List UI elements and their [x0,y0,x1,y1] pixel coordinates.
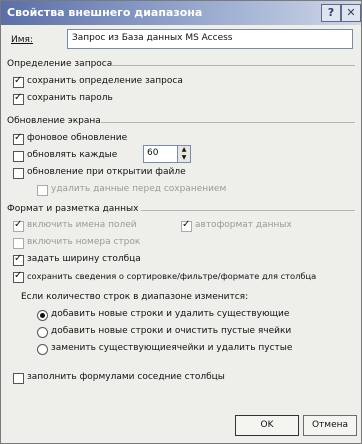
refresh-interval-spinner[interactable]: ▲ ▼ [177,145,191,163]
save-definition-label: сохранить определение запроса [27,76,183,86]
refresh-interval-input[interactable]: 60 [143,145,179,163]
refresh-interval-value: 60 [147,148,159,158]
preserve-formatting-checkbox[interactable] [13,270,24,283]
refresh-on-open-checkbox[interactable] [13,168,24,179]
row-numbers-label: включить номера строк [27,237,141,247]
fill-formulas-label: заполнить формулами соседние столбцы [27,372,225,382]
insert-rows-label: добавить новые строки и удалить существу… [51,309,290,319]
preserve-formatting-label: сохранить сведения о сортировке/фильтре/… [27,271,317,281]
remove-data-checkbox[interactable] [37,185,48,196]
section-format: Формат и разметка данных [7,204,139,214]
name-field-value: Запрос из База данных MS Access [72,33,233,43]
insert-clear-label: добавить новые строки и очистить пустые … [51,326,292,336]
field-names-label: включить имена полей [27,220,137,230]
title-bar: Свойства внешнего диапазона ? ✕ [1,1,361,25]
section-refresh: Обновление экрана [7,116,101,126]
name-label: Имя: [11,35,33,45]
help-button[interactable]: ? [321,4,341,22]
section-query-definition: Определение запроса [7,59,113,69]
divider [141,210,355,211]
remove-data-label: удалить данные перед сохранением [51,184,227,194]
background-refresh-checkbox[interactable] [13,132,24,145]
column-width-checkbox[interactable] [13,253,24,266]
cancel-button[interactable]: Отмена [303,415,357,436]
save-password-label: сохранить пароль [27,93,113,103]
external-range-properties-dialog: Свойства внешнего диапазона ? ✕ Имя: Зап… [0,0,362,444]
overwrite-label: заменить существующиеячейки и удалить пу… [51,343,293,353]
field-names-checkbox[interactable] [13,219,24,232]
insert-rows-radio[interactable] [37,310,48,321]
autoformat-checkbox[interactable] [181,219,192,232]
refresh-every-checkbox[interactable] [13,151,24,162]
column-width-label: задать ширину столбца [27,254,141,264]
dialog-title: Свойства внешнего диапазона [7,6,203,19]
rows-change-label: Если количество строк в диапазоне измени… [21,292,249,302]
close-button[interactable]: ✕ [341,4,361,22]
fill-formulas-checkbox[interactable] [13,373,24,384]
autoformat-label: автоформат данных [195,220,292,230]
save-password-checkbox[interactable] [13,92,24,105]
insert-clear-radio[interactable] [37,327,48,338]
refresh-on-open-label: обновление при открытии файле [27,167,186,177]
overwrite-radio[interactable] [37,344,48,355]
save-definition-checkbox[interactable] [13,75,24,88]
background-refresh-label: фоновое обновление [27,133,128,143]
divider [101,122,355,123]
ok-button[interactable]: OK [235,415,299,436]
refresh-every-label: обновлять каждые [27,150,118,160]
divider [111,65,355,66]
name-field[interactable]: Запрос из База данных MS Access [67,29,353,49]
row-numbers-checkbox[interactable] [13,238,24,249]
